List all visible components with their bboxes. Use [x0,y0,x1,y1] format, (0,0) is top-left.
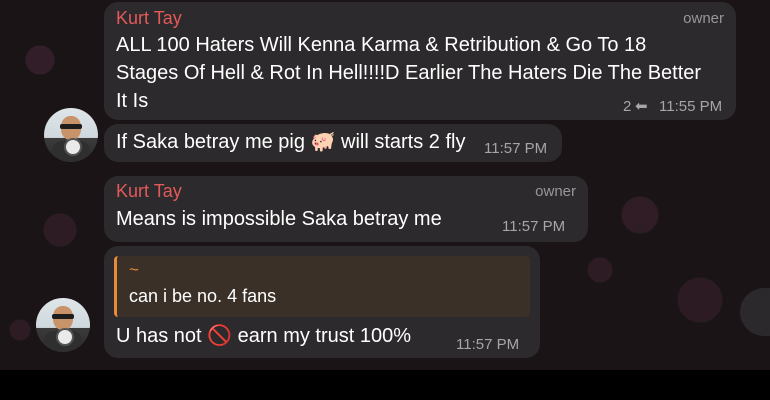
message-bubble[interactable]: Kurt Tay owner ALL 100 Haters Will Kenna… [104,2,736,120]
message-text-line: ALL 100 Haters Will Kenna Karma & Retrib… [116,34,647,56]
message-bubble[interactable]: If Saka betray me pig 🐖 will starts 2 fl… [104,124,562,162]
sender-name[interactable]: Kurt Tay [116,181,182,202]
reply-count[interactable]: 2 [623,98,631,115]
message-text-line: It Is [116,90,149,112]
message-bubble[interactable]: Kurt Tay owner Means is impossible Saka … [104,176,588,242]
message-text: U has not 🚫 earn my trust 100% [116,325,412,347]
quote-author: ~ [129,260,139,279]
avatar[interactable] [36,298,90,352]
message-text-line: Stages Of Hell & Rot In Hell!!!!D Earlie… [116,62,702,84]
reply-quote[interactable]: ~ can i be no. 4 fans [114,256,530,317]
message-time: 11:57 PM [456,336,520,353]
message-time: 11:57 PM [502,218,566,235]
message-time: 11:57 PM [484,140,548,157]
reply-arrow-icon[interactable]: ⬅ [635,97,648,115]
message-text: Means is impossible Saka betray me [116,208,442,230]
trophy-icon [64,138,82,156]
trophy-icon [56,328,74,346]
role-badge: owner [535,183,576,200]
sunglasses-icon [60,124,82,129]
message-time: 11:55 PM [659,98,723,115]
sunglasses-icon [52,314,74,319]
quote-text: can i be no. 4 fans [129,286,277,306]
role-badge: owner [683,10,724,27]
bottom-bar [0,370,770,400]
message-text: If Saka betray me pig 🐖 will starts 2 fl… [116,131,466,153]
sender-name[interactable]: Kurt Tay [116,8,182,29]
avatar[interactable] [44,108,98,162]
